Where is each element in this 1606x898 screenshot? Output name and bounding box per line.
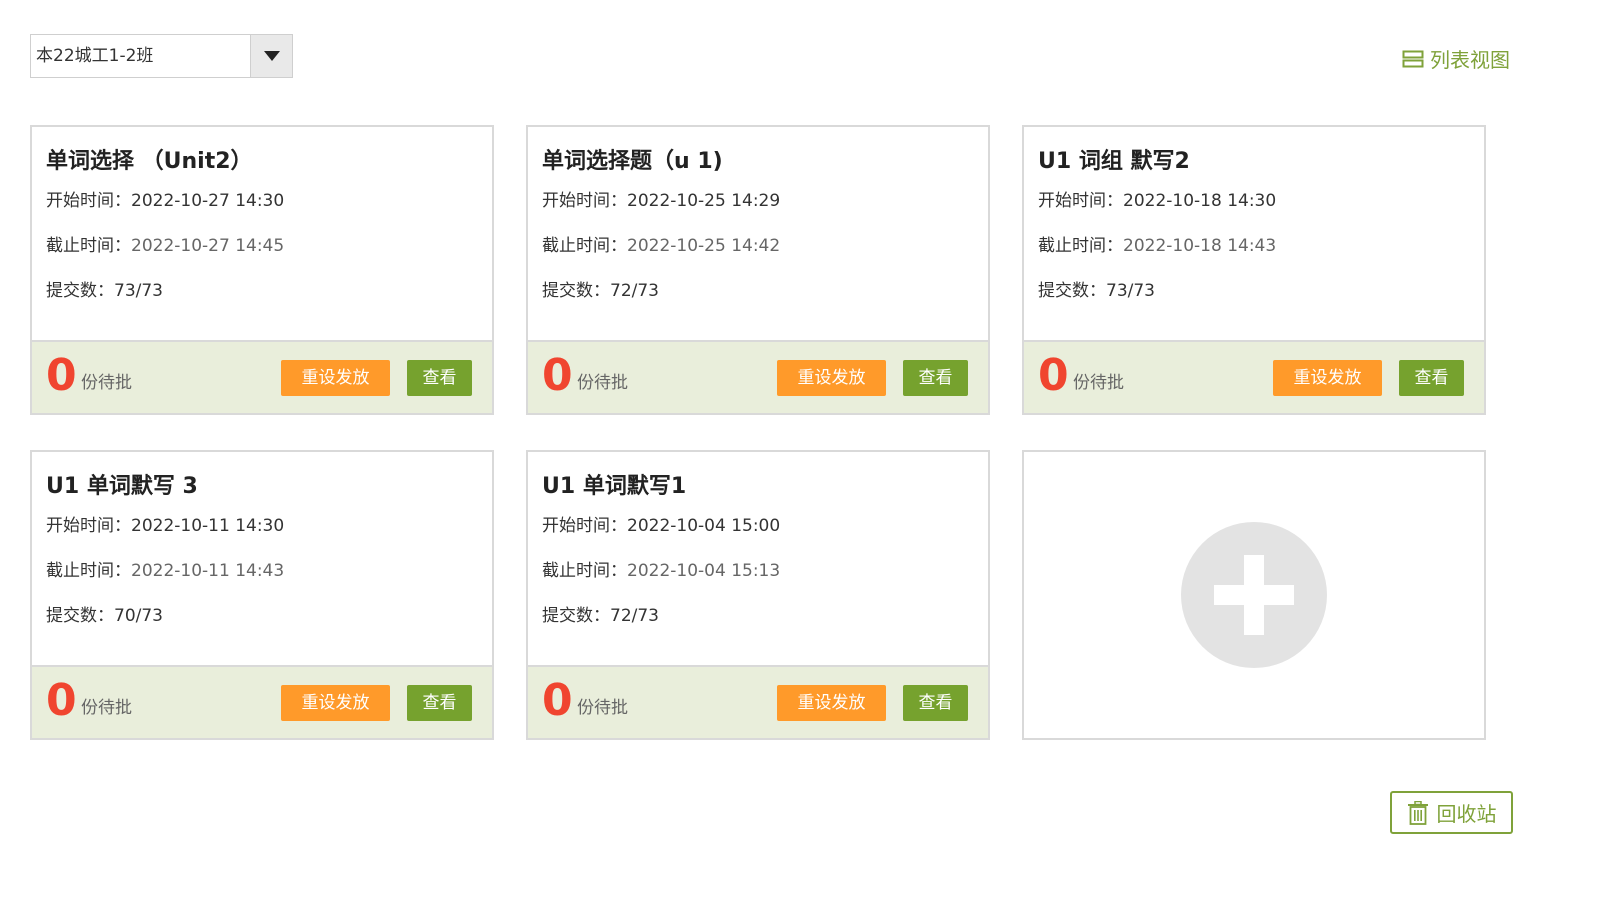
pending-count: 0 xyxy=(46,350,77,401)
pending-label: 份待批 xyxy=(577,373,628,393)
pending-count: 0 xyxy=(46,675,77,726)
reset-distribute-button[interactable]: 重设发放 xyxy=(281,685,390,721)
card-title: U1 词组 默写2 xyxy=(1038,149,1190,174)
end-time-label: 截止时间： xyxy=(46,561,131,581)
start-time-label: 开始时间： xyxy=(542,191,627,211)
submit-count-value: 72/73 xyxy=(610,281,659,301)
end-time-row: 截止时间：2022-10-25 14:42 xyxy=(542,224,974,269)
view-button[interactable]: 查看 xyxy=(1399,360,1464,396)
pending-count: 0 xyxy=(1038,350,1069,401)
start-time-value: 2022-10-11 14:30 xyxy=(131,516,285,536)
assignment-dashboard: 本22城工1-2班 列表视图 单词选择 （Unit2） 开始时间：2022-10… xyxy=(0,0,1606,898)
pending-count: 0 xyxy=(542,675,573,726)
reset-distribute-button[interactable]: 重设发放 xyxy=(777,360,886,396)
class-selector-dropdown-button[interactable] xyxy=(250,35,292,77)
end-time-row: 截止时间：2022-10-04 15:13 xyxy=(542,549,974,594)
start-time-value: 2022-10-25 14:29 xyxy=(627,191,781,211)
card-footer: 0 份待批 重设发放 查看 xyxy=(528,340,988,413)
submit-count-value: 73/73 xyxy=(1106,281,1155,301)
card-body: U1 单词默写 3 开始时间：2022-10-11 14:30 截止时间：202… xyxy=(32,452,492,665)
end-time-value: 2022-10-25 14:42 xyxy=(627,236,781,256)
submit-count-row: 提交数：73/73 xyxy=(46,269,478,314)
view-button[interactable]: 查看 xyxy=(903,360,968,396)
class-selector[interactable]: 本22城工1-2班 xyxy=(30,34,293,78)
submit-count-label: 提交数： xyxy=(542,606,610,626)
card-footer: 0 份待批 重设发放 查看 xyxy=(528,665,988,738)
start-time-row: 开始时间：2022-10-18 14:30 xyxy=(1038,179,1470,224)
reset-distribute-button[interactable]: 重设发放 xyxy=(281,360,390,396)
card-title: 单词选择题（u 1) xyxy=(542,149,723,174)
card-body: 单词选择 （Unit2） 开始时间：2022-10-27 14:30 截止时间：… xyxy=(32,127,492,340)
card-title: U1 单词默写 3 xyxy=(46,474,198,499)
start-time-value: 2022-10-27 14:30 xyxy=(131,191,285,211)
card-body: U1 单词默写1 开始时间：2022-10-04 15:00 截止时间：2022… xyxy=(528,452,988,665)
pending-label: 份待批 xyxy=(1073,373,1124,393)
submit-count-value: 73/73 xyxy=(114,281,163,301)
start-time-value: 2022-10-04 15:00 xyxy=(627,516,781,536)
recycle-bin-label: 回收站 xyxy=(1436,802,1497,826)
class-selector-value: 本22城工1-2班 xyxy=(36,46,154,66)
card-footer: 0 份待批 重设发放 查看 xyxy=(1024,340,1484,413)
end-time-value: 2022-10-11 14:43 xyxy=(131,561,285,581)
end-time-label: 截止时间： xyxy=(1038,236,1123,256)
start-time-row: 开始时间：2022-10-25 14:29 xyxy=(542,179,974,224)
plus-icon xyxy=(1181,522,1327,668)
card-footer: 0 份待批 重设发放 查看 xyxy=(32,340,492,413)
view-button[interactable]: 查看 xyxy=(407,360,472,396)
end-time-value: 2022-10-27 14:45 xyxy=(131,236,285,256)
submit-count-row: 提交数：73/73 xyxy=(1038,269,1470,314)
assignment-card: U1 词组 默写2 开始时间：2022-10-18 14:30 截止时间：202… xyxy=(1022,125,1486,415)
list-view-label: 列表视图 xyxy=(1430,48,1510,72)
assignment-card: 单词选择 （Unit2） 开始时间：2022-10-27 14:30 截止时间：… xyxy=(30,125,494,415)
end-time-value: 2022-10-18 14:43 xyxy=(1123,236,1277,256)
reset-distribute-button[interactable]: 重设发放 xyxy=(1273,360,1382,396)
pending-label: 份待批 xyxy=(81,373,132,393)
submit-count-row: 提交数：72/73 xyxy=(542,269,974,314)
view-button[interactable]: 查看 xyxy=(903,685,968,721)
pending-label: 份待批 xyxy=(577,698,628,718)
card-title: 单词选择 （Unit2） xyxy=(46,149,253,174)
submit-count-label: 提交数： xyxy=(46,606,114,626)
start-time-row: 开始时间：2022-10-04 15:00 xyxy=(542,504,974,549)
list-view-link[interactable]: 列表视图 xyxy=(1402,44,1510,73)
submit-count-value: 70/73 xyxy=(114,606,163,626)
submit-count-value: 72/73 xyxy=(610,606,659,626)
end-time-label: 截止时间： xyxy=(542,236,627,256)
start-time-label: 开始时间： xyxy=(46,516,131,536)
end-time-label: 截止时间： xyxy=(542,561,627,581)
pending-count: 0 xyxy=(542,350,573,401)
trash-icon xyxy=(1407,800,1428,825)
card-body: 单词选择题（u 1) 开始时间：2022-10-25 14:29 截止时间：20… xyxy=(528,127,988,340)
card-footer: 0 份待批 重设发放 查看 xyxy=(32,665,492,738)
submit-count-label: 提交数： xyxy=(46,281,114,301)
view-button[interactable]: 查看 xyxy=(407,685,472,721)
end-time-row: 截止时间：2022-10-18 14:43 xyxy=(1038,224,1470,269)
start-time-label: 开始时间： xyxy=(46,191,131,211)
submit-count-label: 提交数： xyxy=(1038,281,1106,301)
recycle-bin-button[interactable]: 回收站 xyxy=(1390,791,1513,834)
start-time-row: 开始时间：2022-10-11 14:30 xyxy=(46,504,478,549)
start-time-row: 开始时间：2022-10-27 14:30 xyxy=(46,179,478,224)
add-assignment-card[interactable] xyxy=(1022,450,1486,740)
reset-distribute-button[interactable]: 重设发放 xyxy=(777,685,886,721)
card-body: U1 词组 默写2 开始时间：2022-10-18 14:30 截止时间：202… xyxy=(1024,127,1484,340)
end-time-row: 截止时间：2022-10-11 14:43 xyxy=(46,549,478,594)
pending-label: 份待批 xyxy=(81,698,132,718)
start-time-label: 开始时间： xyxy=(542,516,627,536)
start-time-label: 开始时间： xyxy=(1038,191,1123,211)
submit-count-label: 提交数： xyxy=(542,281,610,301)
caret-down-icon xyxy=(263,51,280,61)
end-time-label: 截止时间： xyxy=(46,236,131,256)
submit-count-row: 提交数：72/73 xyxy=(542,594,974,639)
submit-count-row: 提交数：70/73 xyxy=(46,594,478,639)
start-time-value: 2022-10-18 14:30 xyxy=(1123,191,1277,211)
assignment-card: U1 单词默写1 开始时间：2022-10-04 15:00 截止时间：2022… xyxy=(526,450,990,740)
card-title: U1 单词默写1 xyxy=(542,474,687,499)
list-view-icon xyxy=(1402,50,1424,67)
assignment-card: 单词选择题（u 1) 开始时间：2022-10-25 14:29 截止时间：20… xyxy=(526,125,990,415)
end-time-row: 截止时间：2022-10-27 14:45 xyxy=(46,224,478,269)
end-time-value: 2022-10-04 15:13 xyxy=(627,561,781,581)
assignment-card: U1 单词默写 3 开始时间：2022-10-11 14:30 截止时间：202… xyxy=(30,450,494,740)
